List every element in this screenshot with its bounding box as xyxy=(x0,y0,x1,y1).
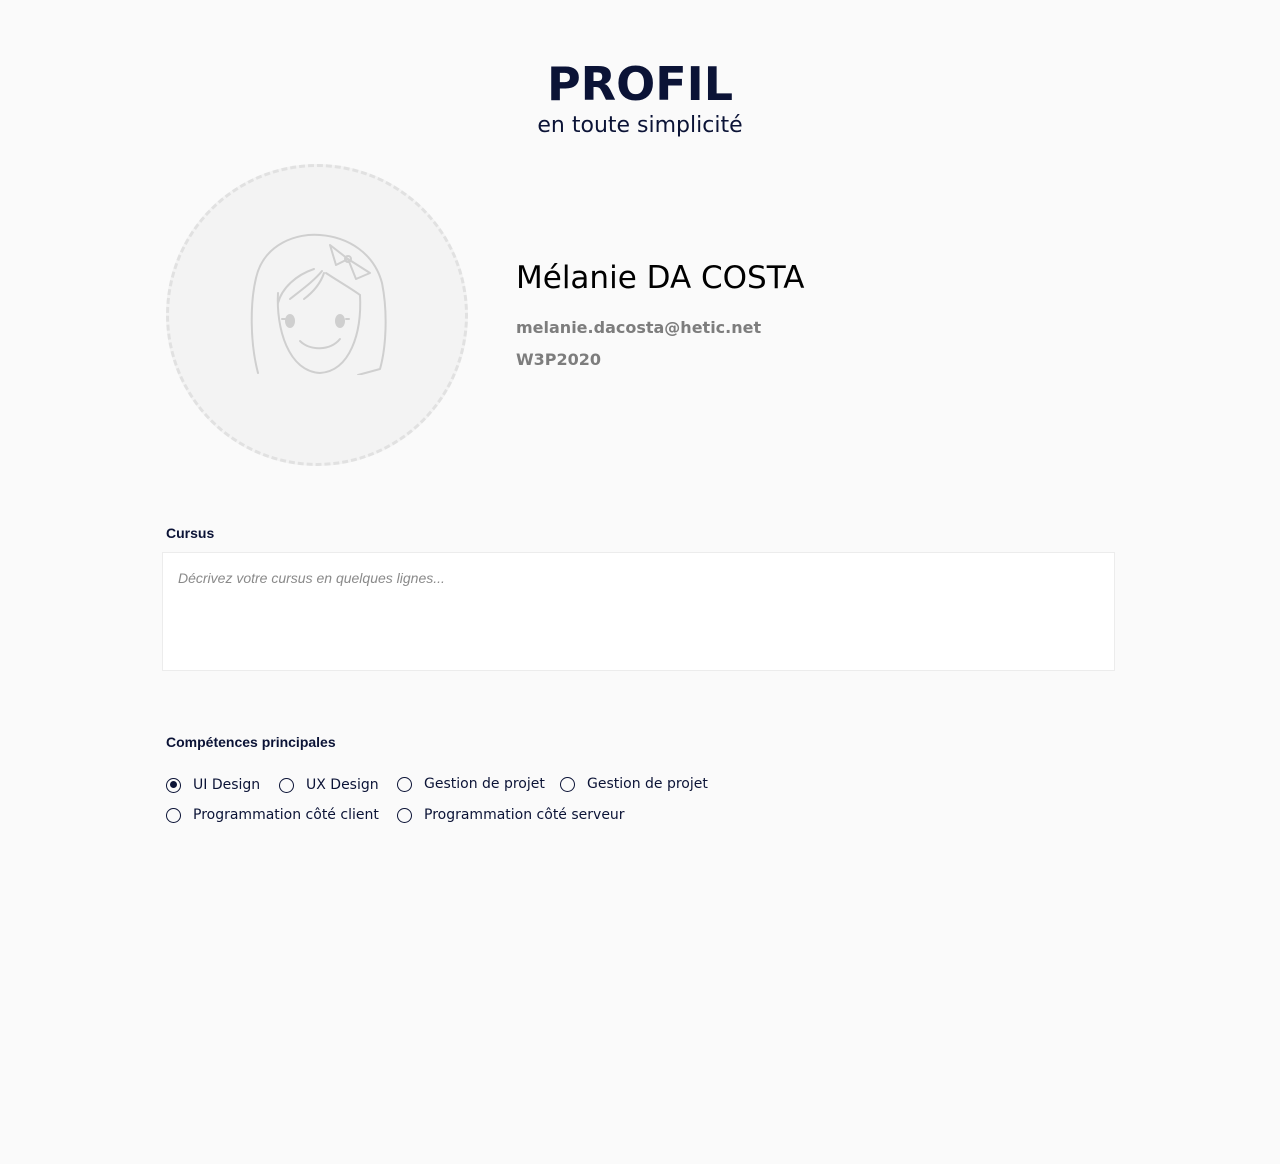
radio-unselected-icon[interactable] xyxy=(397,807,412,823)
skill-radio-ux-design[interactable]: UX Design xyxy=(279,777,379,793)
skill-label: Programmation côté client xyxy=(193,807,379,823)
skill-radio-gestion-de-projet-1[interactable]: Gestion de projet xyxy=(397,776,545,792)
skill-label: Gestion de projet xyxy=(424,776,545,792)
page-title: PROFIL xyxy=(546,57,734,111)
profile-identity: Mélanie DA COSTA melanie.dacosta@hetic.n… xyxy=(516,258,804,370)
skill-label: UI Design xyxy=(193,777,261,793)
skill-label: Gestion de projet xyxy=(587,776,708,792)
skill-label: Programmation côté serveur xyxy=(424,807,625,823)
cursus-textarea[interactable] xyxy=(162,552,1115,671)
skill-radio-programmation-client[interactable]: Programmation côté client xyxy=(166,807,379,823)
page-subtitle: en toute simplicité xyxy=(537,113,743,138)
skill-radio-gestion-de-projet-2[interactable]: Gestion de projet xyxy=(560,776,708,792)
radio-unselected-icon[interactable] xyxy=(279,777,294,793)
girl-avatar-icon xyxy=(250,233,387,375)
radio-selected-icon[interactable] xyxy=(166,777,181,793)
radio-unselected-icon[interactable] xyxy=(166,807,181,823)
cursus-label: Cursus xyxy=(166,525,215,541)
profile-name: Mélanie DA COSTA xyxy=(516,260,805,296)
skills-label: Compétences principales xyxy=(166,734,336,750)
avatar-upload[interactable] xyxy=(166,164,468,466)
skill-radio-programmation-serveur[interactable]: Programmation côté serveur xyxy=(397,807,625,823)
skill-radio-ui-design[interactable]: UI Design xyxy=(166,777,260,793)
profile-promo: W3P2020 xyxy=(516,350,602,369)
radio-unselected-icon[interactable] xyxy=(397,776,412,792)
skill-label: UX Design xyxy=(306,777,379,793)
page-header: PROFIL en toute simplicité xyxy=(0,56,1280,140)
profile-email: melanie.dacosta@hetic.net xyxy=(516,318,762,337)
radio-unselected-icon[interactable] xyxy=(560,776,575,792)
